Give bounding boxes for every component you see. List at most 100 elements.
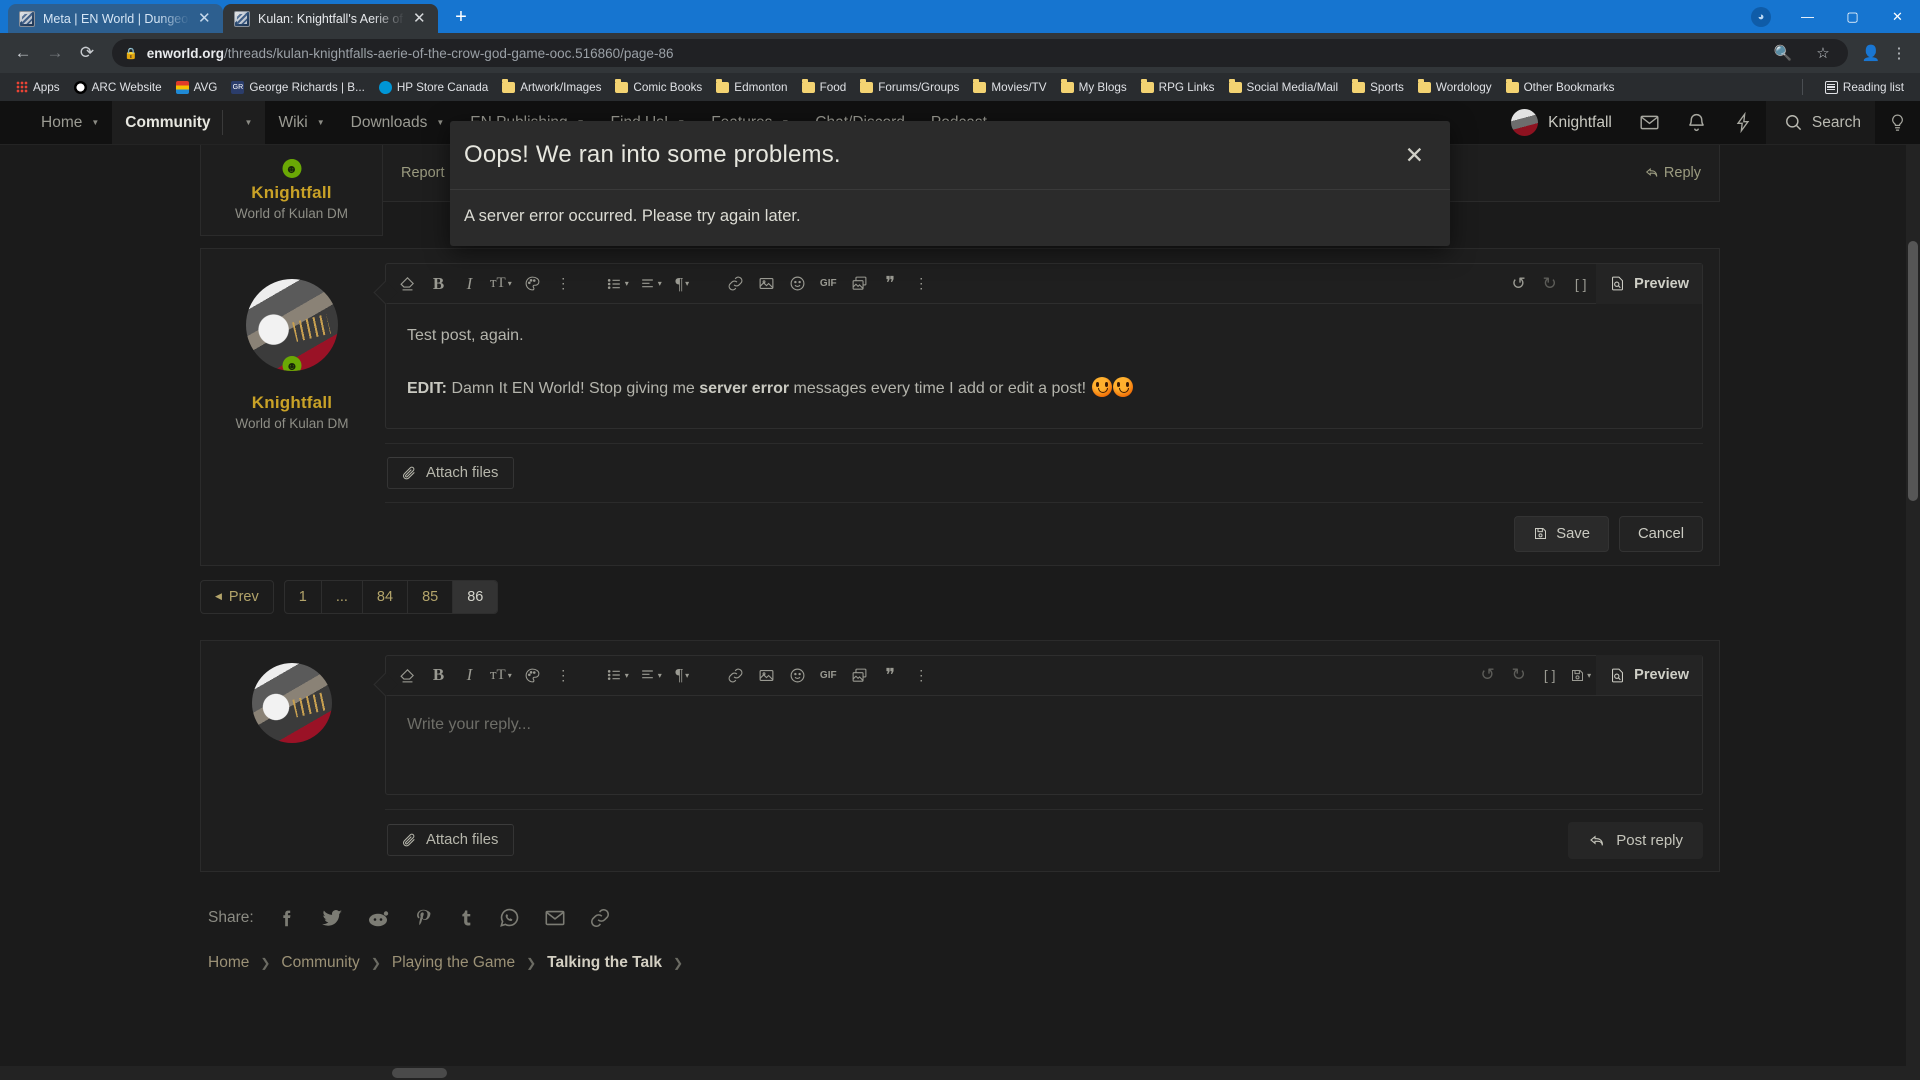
media-gallery-icon[interactable] xyxy=(844,660,875,690)
more-options-icon[interactable]: ⋮ xyxy=(906,660,937,690)
pagination-page-84[interactable]: 84 xyxy=(363,580,409,613)
redo-icon[interactable]: ↻ xyxy=(1503,660,1534,690)
quote-icon[interactable]: ❞ xyxy=(875,269,906,299)
gif-icon[interactable]: GIF xyxy=(813,269,844,299)
reply-textarea[interactable]: Write your reply... xyxy=(386,696,1702,794)
bookmark-comic-books[interactable]: Comic Books xyxy=(608,78,709,97)
whatsapp-icon[interactable] xyxy=(498,906,521,929)
undo-icon[interactable]: ↺ xyxy=(1503,269,1534,299)
breadcrumb-item-playing-the-game[interactable]: Playing the Game xyxy=(392,954,515,972)
bullet-list-icon[interactable]: ▾ xyxy=(601,269,634,299)
remove-formatting-icon[interactable] xyxy=(392,269,423,299)
nav-item-wiki[interactable]: Wiki ▼ xyxy=(265,101,337,144)
edit-post-textarea[interactable]: Test post, again. EDIT: Damn It EN World… xyxy=(386,304,1702,428)
address-bar[interactable]: 🔒 enworld.org/threads/kulan-knightfalls-… xyxy=(112,39,1848,67)
inbox-icon[interactable] xyxy=(1626,101,1673,144)
bookmark-edmonton[interactable]: Edmonton xyxy=(709,78,794,97)
back-icon[interactable]: ← xyxy=(8,38,38,68)
browser-tab-1[interactable]: Meta | EN World | Dungeons & D ✕ xyxy=(8,4,223,33)
link-icon[interactable] xyxy=(720,660,751,690)
text-color-palette-icon[interactable] xyxy=(517,660,548,690)
chevron-down-icon[interactable]: ▼ xyxy=(232,118,266,127)
bookmark-rpg-links[interactable]: RPG Links xyxy=(1134,78,1222,97)
more-options-icon[interactable]: ⋮ xyxy=(548,660,579,690)
browser-menu-icon[interactable]: ⋮ xyxy=(1886,40,1912,66)
avatar[interactable]: ☻ xyxy=(246,279,338,371)
search-button[interactable]: Search xyxy=(1765,101,1875,144)
chevron-down-icon[interactable]: ▼ xyxy=(91,118,99,127)
forward-icon[interactable]: → xyxy=(40,38,70,68)
bookmark-other-bookmarks[interactable]: Other Bookmarks xyxy=(1499,78,1622,97)
gif-icon[interactable]: GIF xyxy=(813,660,844,690)
nav-item-home[interactable]: Home ▼ xyxy=(28,101,112,144)
emoji-icon[interactable] xyxy=(782,269,813,299)
close-icon[interactable]: ✕ xyxy=(1405,143,1424,167)
cancel-button[interactable]: Cancel xyxy=(1618,515,1703,552)
editor-author-name[interactable]: Knightfall xyxy=(201,393,383,413)
vertical-scrollbar[interactable]: ▲ ▼ xyxy=(1906,101,1920,1080)
close-window-button[interactable]: ✕ xyxy=(1875,0,1920,33)
more-options-icon[interactable]: ⋮ xyxy=(906,269,937,299)
breadcrumb-item-talking-the-talk[interactable]: Talking the Talk xyxy=(547,954,662,972)
bbcode-icon[interactable]: [ ] xyxy=(1534,660,1565,690)
font-size-icon[interactable]: тT ▾ xyxy=(485,269,517,299)
bookmark-george-richards[interactable]: GR George Richards | B... xyxy=(224,78,371,97)
align-icon[interactable]: ▾ xyxy=(634,269,667,299)
post-reply-button[interactable]: Post reply xyxy=(1568,821,1703,859)
bookmark-food[interactable]: Food xyxy=(795,78,854,97)
tumblr-icon[interactable] xyxy=(456,906,476,930)
whats-new-bolt-icon[interactable] xyxy=(1720,101,1766,144)
undo-icon[interactable]: ↺ xyxy=(1472,660,1503,690)
draft-icon[interactable]: ▾ xyxy=(1565,660,1596,690)
nav-item-community[interactable]: Community ▼ xyxy=(112,101,266,144)
preview-button[interactable]: Preview xyxy=(1596,263,1702,304)
nav-item-downloads[interactable]: Downloads ▼ xyxy=(338,101,458,144)
reload-icon[interactable]: ⟳ xyxy=(72,38,102,68)
close-icon[interactable]: ✕ xyxy=(413,11,429,26)
pagination-page-86-current[interactable]: 86 xyxy=(453,580,498,613)
bookmark-star-icon[interactable]: ☆ xyxy=(1810,40,1836,66)
bookmark-my-blogs[interactable]: My Blogs xyxy=(1054,78,1134,97)
reddit-icon[interactable] xyxy=(366,906,390,930)
twitter-icon[interactable] xyxy=(320,906,344,930)
reply-preview-button[interactable]: Preview xyxy=(1596,655,1702,696)
reading-list-button[interactable]: Reading list xyxy=(1818,78,1911,97)
redo-icon[interactable]: ↻ xyxy=(1534,269,1565,299)
more-options-icon[interactable]: ⋮ xyxy=(548,269,579,299)
media-gallery-icon[interactable] xyxy=(844,269,875,299)
post-author-name[interactable]: Knightfall xyxy=(209,183,374,203)
chevron-down-icon[interactable]: ▼ xyxy=(436,118,444,127)
browser-profile-icon[interactable]: ◕ xyxy=(1751,6,1771,27)
pagination-prev-button[interactable]: ◀ Prev xyxy=(201,581,273,613)
report-link[interactable]: Report xyxy=(401,165,445,181)
horizontal-scrollbar[interactable] xyxy=(0,1066,1920,1080)
attach-files-button[interactable]: Attach files xyxy=(387,456,515,489)
light-bulb-theme-icon[interactable] xyxy=(1875,101,1920,144)
search-icon[interactable]: 🔍 xyxy=(1770,40,1796,66)
bookmark-movies-tv[interactable]: Movies/TV xyxy=(966,78,1053,97)
reply-attach-files-button[interactable]: Attach files xyxy=(387,824,515,857)
bookmark-apps[interactable]: Apps xyxy=(9,78,67,97)
bold-icon[interactable]: B xyxy=(423,269,454,299)
paragraph-icon[interactable]: ¶ ▾ xyxy=(667,269,698,299)
breadcrumb-item-home[interactable]: Home xyxy=(208,954,249,972)
insert-image-icon[interactable] xyxy=(751,269,782,299)
italic-icon[interactable]: I xyxy=(454,269,485,299)
breadcrumb-item-community[interactable]: Community xyxy=(281,954,359,972)
save-button[interactable]: Save xyxy=(1514,515,1609,552)
email-icon[interactable] xyxy=(543,907,567,929)
copy-link-icon[interactable] xyxy=(589,907,611,929)
bookmark-artwork-images[interactable]: Artwork/Images xyxy=(495,78,608,97)
pagination-page-1[interactable]: 1 xyxy=(285,580,322,613)
bullet-list-icon[interactable]: ▾ xyxy=(601,660,634,690)
alerts-bell-icon[interactable] xyxy=(1673,101,1720,144)
quote-icon[interactable]: ❞ xyxy=(875,660,906,690)
avatar[interactable] xyxy=(252,662,332,743)
reply-button[interactable]: Reply xyxy=(1644,165,1701,181)
bookmark-arc-website[interactable]: ARC Website xyxy=(67,78,169,97)
bookmark-avg[interactable]: AVG xyxy=(169,78,225,97)
remove-formatting-icon[interactable] xyxy=(392,660,423,690)
profile-avatar-icon[interactable]: 👤 xyxy=(1858,40,1884,66)
bookmark-social-media-mail[interactable]: Social Media/Mail xyxy=(1222,78,1346,97)
pagination-ellipsis[interactable]: ... xyxy=(322,580,363,613)
